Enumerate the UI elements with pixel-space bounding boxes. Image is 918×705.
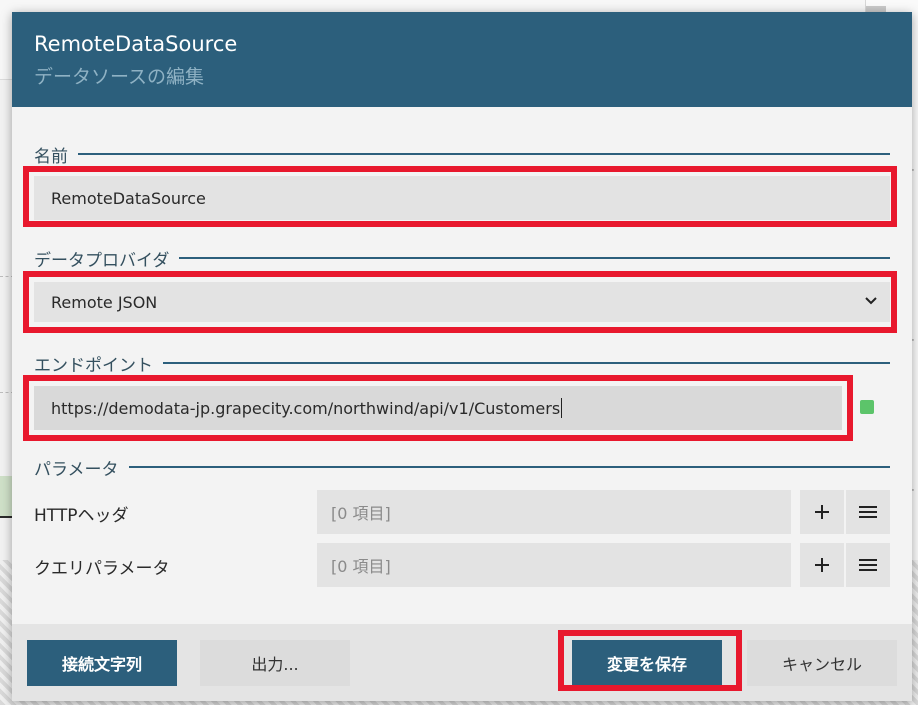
provider-section-label: データプロバイダ	[34, 246, 180, 271]
hamburger-icon	[859, 559, 877, 571]
dialog-footer: 接続文字列 出力... 変更を保存 キャンセル	[12, 624, 912, 701]
chevron-down-icon	[865, 297, 877, 305]
http-header-label: HTTPヘッダ	[34, 506, 129, 526]
params-section-divider	[34, 466, 890, 468]
query-params-label: クエリパラメータ	[34, 559, 170, 579]
output-button[interactable]: 出力...	[200, 640, 350, 686]
dialog-header: RemoteDataSource データソースの編集	[12, 12, 912, 107]
cancel-button[interactable]: キャンセル	[747, 640, 897, 686]
name-input-value: RemoteDataSource	[51, 188, 206, 208]
http-header-field[interactable]: [0 項目]	[317, 490, 791, 534]
name-section-label: 名前	[34, 142, 78, 167]
dialog-title: RemoteDataSource	[34, 32, 238, 56]
endpoint-status-indicator	[860, 400, 874, 414]
endpoint-input-value: https://demodata-jp.grapecity.com/northw…	[51, 398, 561, 418]
params-section-label: パラメータ	[34, 455, 129, 480]
query-params-count: [0 項目]	[331, 557, 391, 576]
provider-select-value: Remote JSON	[51, 292, 158, 312]
query-params-menu-button[interactable]	[846, 543, 890, 587]
plus-icon	[815, 558, 829, 572]
connection-string-button[interactable]: 接続文字列	[27, 640, 177, 686]
name-section-divider	[34, 153, 890, 155]
add-query-param-button[interactable]	[800, 543, 844, 587]
plus-icon	[815, 505, 829, 519]
text-cursor	[561, 398, 563, 418]
query-params-field[interactable]: [0 項目]	[317, 543, 791, 587]
save-changes-button[interactable]: 変更を保存	[572, 640, 722, 686]
add-http-header-button[interactable]	[800, 490, 844, 534]
hamburger-icon	[859, 506, 877, 518]
http-header-count: [0 項目]	[331, 504, 391, 523]
name-input[interactable]: RemoteDataSource	[34, 176, 890, 220]
dialog-subtitle: データソースの編集	[34, 66, 205, 88]
endpoint-section-label: エンドポイント	[34, 351, 163, 376]
edit-datasource-dialog: RemoteDataSource データソースの編集 名前 RemoteData…	[12, 12, 912, 701]
endpoint-input[interactable]: https://demodata-jp.grapecity.com/northw…	[34, 386, 842, 430]
http-header-menu-button[interactable]	[846, 490, 890, 534]
provider-select[interactable]: Remote JSON	[34, 282, 890, 322]
